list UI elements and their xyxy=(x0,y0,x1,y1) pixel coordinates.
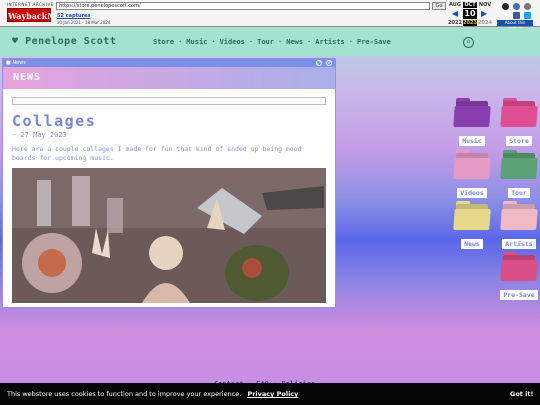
folder-icon xyxy=(453,98,491,128)
year-next[interactable]: 2024 xyxy=(478,20,492,26)
current-day: 10 xyxy=(463,9,477,19)
folder-news[interactable]: News xyxy=(453,201,491,250)
nav-tour[interactable]: Tour xyxy=(257,38,274,46)
month-next[interactable]: NOV xyxy=(478,2,492,8)
folder-icon xyxy=(500,98,538,128)
window-app-icon: ■ xyxy=(6,60,11,66)
user-icon[interactable] xyxy=(502,3,509,10)
folder-label: Store xyxy=(506,136,532,146)
nav-videos[interactable]: Videos xyxy=(220,38,245,46)
nav-artists[interactable]: Artists xyxy=(315,38,345,46)
folder-label: Music xyxy=(459,136,485,146)
prev-capture-icon[interactable]: ◀ xyxy=(452,9,458,18)
news-window-titlebar[interactable]: ■ News ⤢ × xyxy=(3,59,335,67)
folder-videos[interactable]: Videos xyxy=(453,150,491,199)
privacy-policy-link[interactable]: Privacy Policy xyxy=(247,390,298,398)
collage-image xyxy=(12,168,326,303)
main-nav: Store · Music · Videos · Tour · News · Artist… xyxy=(153,38,391,46)
next-capture-icon[interactable]: ▶ xyxy=(481,9,487,18)
news-window: ■ News ⤢ × NEWS Collages - 27 May 2023 H… xyxy=(2,58,336,308)
cart-icon[interactable]: ⌂ xyxy=(463,37,474,48)
help-icon[interactable] xyxy=(513,3,520,10)
broken-image xyxy=(12,97,326,105)
expand-icon[interactable]: ⤢ xyxy=(316,60,322,66)
post-title: Collages xyxy=(12,112,97,130)
cookie-ok-button[interactable]: Got it! xyxy=(510,390,533,398)
go-button[interactable]: Go xyxy=(432,2,446,10)
folder-label: Videos xyxy=(457,188,487,198)
post-date: - 27 May 2023 xyxy=(12,131,67,139)
wayback-toolbar: INTERNET ARCHIVE WaybackMachine https://… xyxy=(0,0,540,31)
year-current: 2023 xyxy=(463,20,477,26)
internet-archive-label: INTERNET ARCHIVE xyxy=(7,2,54,7)
cookie-message: This webstore uses cookies to function a… xyxy=(7,390,242,398)
wayback-logo[interactable]: WaybackMachine xyxy=(7,8,86,22)
folder-icon xyxy=(453,201,491,231)
close-icon[interactable] xyxy=(524,3,531,10)
about-capture-button[interactable]: About this capture xyxy=(497,20,533,31)
month-prev[interactable]: AUG xyxy=(448,2,462,8)
facebook-icon[interactable] xyxy=(513,12,520,19)
news-post: Collages - 27 May 2023 Here are a couple… xyxy=(12,97,328,309)
news-window-title: News xyxy=(12,60,26,66)
site-brand[interactable]: ♥ Penelope Scott xyxy=(12,36,116,47)
folder-tour[interactable]: Tour xyxy=(500,150,538,199)
folder-icon xyxy=(500,150,538,180)
news-banner: NEWS xyxy=(3,67,335,89)
year-prev[interactable]: 2022 xyxy=(448,20,462,26)
folder-music[interactable]: Music xyxy=(453,98,491,147)
folder-label: Artists xyxy=(502,239,536,249)
folder-icon xyxy=(453,150,491,180)
folder-label: News xyxy=(461,239,483,249)
close-window-icon[interactable]: × xyxy=(326,60,332,66)
folder-artists[interactable]: Artists xyxy=(500,201,538,250)
brand-name: Penelope Scott xyxy=(25,36,117,47)
folder-label: Tour xyxy=(508,188,530,198)
nav-store[interactable]: Store xyxy=(153,38,174,46)
heart-icon: ♥ xyxy=(12,36,19,47)
cookie-message-wrap: This webstore uses cookies to function a… xyxy=(7,390,298,398)
month-current: OCT xyxy=(463,2,477,8)
news-banner-text: NEWS xyxy=(13,72,42,83)
capture-date-range: 20 Jan 2021 - 18 Mar 2024 xyxy=(57,20,111,25)
folder-store[interactable]: Store xyxy=(500,98,538,147)
url-input[interactable]: https://store.penelopescott.com/ xyxy=(56,2,430,10)
twitter-icon[interactable] xyxy=(524,12,531,19)
nav-music[interactable]: Music xyxy=(186,38,207,46)
folder-icon xyxy=(500,252,538,282)
folder-icon xyxy=(500,201,538,231)
nav-news[interactable]: News xyxy=(286,38,303,46)
folder-pre-save[interactable]: Pre-Save xyxy=(500,252,538,301)
post-text: Here are a couple collages I made for fu… xyxy=(12,145,302,162)
nav-presave[interactable]: Pre-Save xyxy=(357,38,391,46)
cookie-banner: This webstore uses cookies to function a… xyxy=(0,383,540,405)
site-header: ♥ Penelope Scott Store · Music · Videos · T… xyxy=(0,28,540,56)
captures-link[interactable]: 52 captures xyxy=(57,13,90,19)
folder-label: Pre-Save xyxy=(500,290,538,300)
